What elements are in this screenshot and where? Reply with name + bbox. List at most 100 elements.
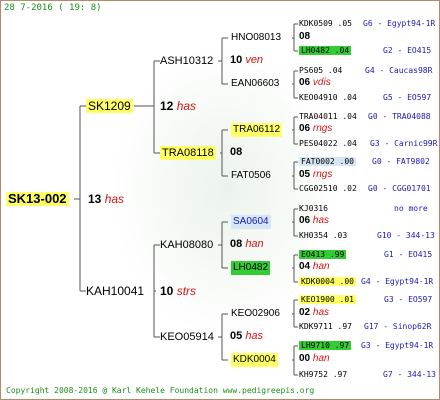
pedigree-node-gen5[interactable]: PES04022 .04 <box>299 137 357 151</box>
pedigree-node-gen5[interactable]: KH0354 .03 <box>299 229 347 243</box>
note-suffix: ven <box>245 54 264 66</box>
pedigree-node-gen5[interactable]: KEO04910 .04 <box>299 91 357 105</box>
gen5-name: KDK9711 .97 <box>299 322 352 331</box>
pedigree-node-root[interactable]: SK13-002 <box>6 192 69 206</box>
dam-breeding-note: 10 strs <box>160 284 196 298</box>
gen5-name: KH0354 .03 <box>299 231 348 240</box>
generation-number: 06 <box>299 123 311 134</box>
gen5-info: G10 - 344-13 <box>377 231 435 240</box>
gen5-info: G4 - Caucas98R <box>365 66 433 75</box>
pedigree-node-gen5[interactable]: LH0482 .04 <box>299 44 352 58</box>
gen4-breeding-note: 06 rngs <box>299 123 332 134</box>
gen5-info: G6 - Egypt94-1R <box>363 19 436 28</box>
gen3-breeding-note: 08 <box>230 146 242 158</box>
copyright-footer: Copyright 2008-2016 @ Karl Kehele Founda… <box>6 386 315 395</box>
generation-number: 08 <box>299 31 311 42</box>
note-suffix: han <box>245 238 264 250</box>
generation-number: 05 <box>299 169 311 180</box>
gen4-breeding-note: 02 has <box>299 307 329 318</box>
pedigree-node-gen5[interactable]: CGG02510 .02 <box>299 182 357 196</box>
pedigree-node-gen4[interactable]: HNO08013 <box>231 31 281 45</box>
gen5-name: EO413 .99 <box>299 250 347 259</box>
root-note-suffix: has <box>104 192 125 206</box>
pedigree-node-gen4[interactable]: EAN06603 <box>231 77 279 91</box>
note-suffix: has <box>312 215 330 226</box>
gen5-info: G0 - FAT9802 <box>372 157 430 166</box>
note-suffix: has <box>312 307 330 318</box>
gen5-name: KJ0316 <box>299 204 328 213</box>
gen5-name: KEO1900 .01 <box>299 295 356 304</box>
generation-number: 00 <box>299 353 311 364</box>
gen5-info: G5 - EO597 <box>383 93 432 102</box>
gen5-info: no more <box>394 204 428 213</box>
pedigree-node-gen5[interactable]: PS605 .04 <box>299 64 342 78</box>
note-suffix: han <box>312 261 330 272</box>
note-suffix: has <box>245 330 264 342</box>
generation-number: 05 <box>230 330 243 342</box>
pedigree-node-gen4[interactable]: LH0482 <box>231 261 271 275</box>
gen5-info: G1 - EO415 <box>384 250 433 259</box>
pedigree-node-gen5[interactable]: TRA04011 .04 <box>299 110 357 124</box>
gen5-info: G3 - EO597 <box>384 295 433 304</box>
pedigree-node-gen4[interactable]: TRA06112 <box>231 123 283 137</box>
gen5-name: PES04022 .04 <box>299 139 357 148</box>
gen5-info: G3 - Egypt94-1R <box>361 341 434 350</box>
note-suffix: han <box>312 353 330 364</box>
pedigree-node-gen5[interactable]: KEO1900 .01 <box>299 293 356 307</box>
pedigree-node-dam[interactable]: KAH10041 <box>86 284 144 298</box>
pedigree-node-gen3[interactable]: KAH08080 <box>160 238 213 252</box>
generation-number: 06 <box>299 215 311 226</box>
gen5-name: KEO04910 .04 <box>299 93 357 102</box>
root-generation-number: 13 <box>88 192 102 206</box>
gen5-name: LH9710 .97 <box>299 341 352 350</box>
gen5-info: G2 - EO415 <box>383 46 432 55</box>
pedigree-node-gen4[interactable]: KDK0004 <box>231 353 278 367</box>
gen5-name: KDK0004 .00 <box>299 277 356 286</box>
gen4-breeding-note: 04 han <box>299 261 330 272</box>
gen5-name: LH0482 .04 <box>299 46 352 55</box>
note-suffix: vdis <box>312 77 331 88</box>
gen4-breeding-note: 00 han <box>299 353 330 364</box>
note-suffix: rngs <box>312 123 333 134</box>
pedigree-node-gen5[interactable]: KJ0316 <box>299 202 328 216</box>
gen5-info: G3 - Carnic99R <box>370 139 438 148</box>
pedigree-node-gen5[interactable]: KDK0509 .05 <box>299 17 352 31</box>
gen5-name: FAT0002 .00 <box>299 157 356 166</box>
sire-breeding-note: 12 has <box>160 99 196 113</box>
gen5-info: G7 - 344-13 <box>383 370 436 379</box>
pedigree-node-gen5[interactable]: LH9710 .97 <box>299 339 352 353</box>
gen5-info: G0 - TRA04088 <box>368 112 431 121</box>
pedigree-node-gen3[interactable]: TRA08118 <box>160 146 216 160</box>
pedigree-node-gen3[interactable]: ASH10312 <box>160 54 213 68</box>
gen4-breeding-note: 06 vdis <box>299 77 331 88</box>
dam-generation-number: 10 <box>160 284 174 298</box>
dam-note-suffix: strs <box>176 284 197 298</box>
pedigree-node-gen4[interactable]: FAT0506 <box>231 169 271 183</box>
sire-generation-number: 12 <box>160 99 174 113</box>
gen4-breeding-note: 06 has <box>299 215 329 226</box>
generation-number: 08 <box>230 238 243 250</box>
generation-number: 04 <box>299 261 311 272</box>
root-breeding-note: 13 has <box>88 192 124 206</box>
generation-number: 02 <box>299 307 311 318</box>
gen4-breeding-note: 08 <box>299 31 310 42</box>
generation-number: 06 <box>299 77 311 88</box>
generation-number: 10 <box>230 54 243 66</box>
pedigree-node-gen5[interactable]: KH9752 .97 <box>299 368 347 382</box>
pedigree-node-gen5[interactable]: KDK9711 .97 <box>299 320 352 334</box>
generation-number: 08 <box>230 146 243 158</box>
pedigree-node-gen3[interactable]: KEO05914 <box>160 330 214 344</box>
note-suffix: rngs <box>312 169 333 180</box>
gen4-breeding-note: 05 rngs <box>299 169 332 180</box>
gen3-breeding-note: 10 ven <box>230 54 263 66</box>
pedigree-node-gen5[interactable]: EO413 .99 <box>299 248 347 262</box>
gen5-name: PS605 .04 <box>299 66 343 75</box>
pedigree-node-gen5[interactable]: FAT0002 .00 <box>299 155 356 169</box>
pedigree-node-gen5[interactable]: KDK0004 .00 <box>299 275 356 289</box>
gen5-name: KH9752 .97 <box>299 370 348 379</box>
gen3-breeding-note: 08 han <box>230 238 264 250</box>
gen3-breeding-note: 05 has <box>230 330 263 342</box>
pedigree-node-gen4[interactable]: SA0604 <box>231 215 271 229</box>
pedigree-node-sire[interactable]: SK1209 <box>86 99 133 113</box>
pedigree-node-gen4[interactable]: KEO02906 <box>231 307 280 321</box>
